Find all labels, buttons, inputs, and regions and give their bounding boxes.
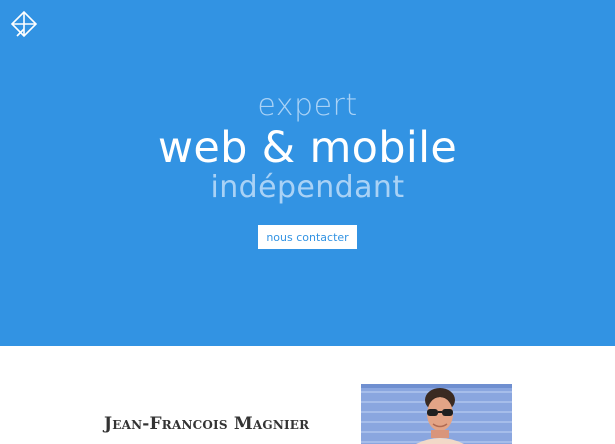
contact-button[interactable]: nous contacter [258,225,357,249]
hero-section: expert web & mobile indépendant nous con… [0,0,615,346]
hero-subtitle-bottom: indépendant [210,170,405,205]
hero-subtitle-top: expert [257,88,358,123]
portrait-photo [361,384,512,444]
about-section: Jean-Francois Magnier [0,346,615,444]
hero-title: web & mobile [157,123,458,173]
portrait-image [361,384,512,444]
logo-icon[interactable] [8,9,40,39]
person-name: Jean-Francois Magnier [104,414,310,434]
